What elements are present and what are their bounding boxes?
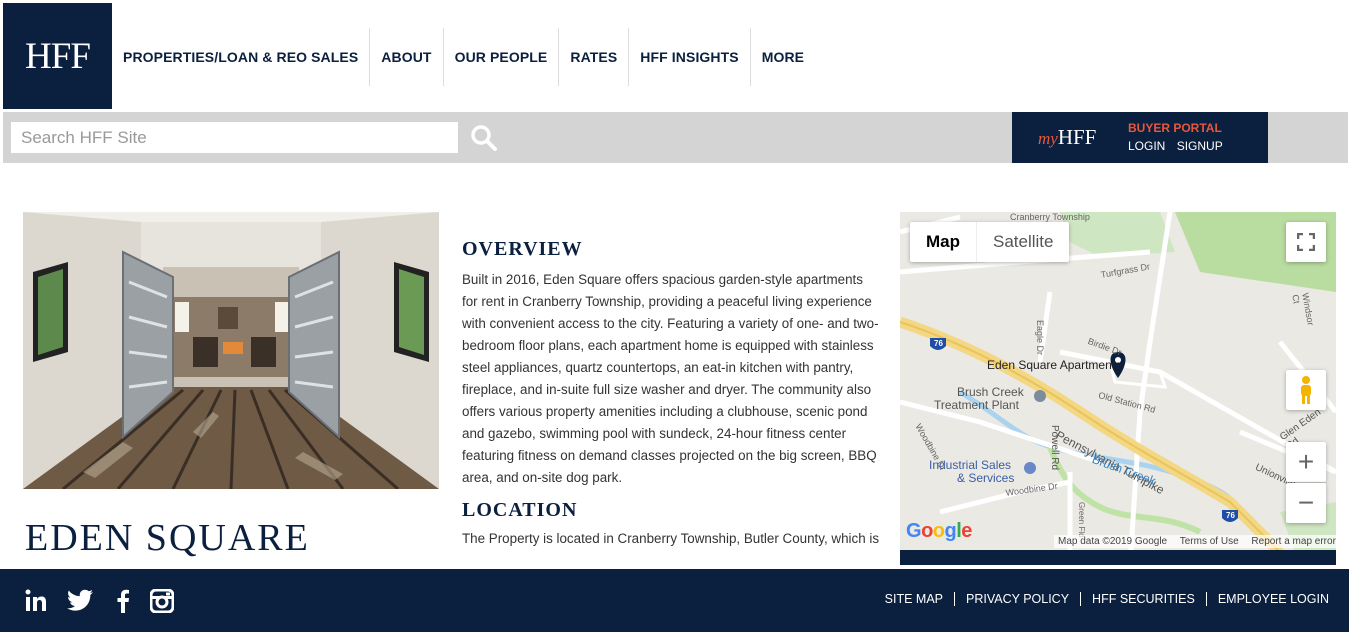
map-label-eden: Eden Square Apartments	[987, 358, 1122, 372]
property-title: EDEN SQUARE APARTMENTS	[25, 517, 310, 569]
map-label-brush-creek: Brush Creek	[957, 385, 1024, 399]
location-text: The Property is located in Cranberry Tow…	[462, 531, 880, 554]
map-type-control: Map Satellite	[910, 222, 1070, 262]
search-bar: Search HFF Site myHFF BUYER PORTAL LOGIN…	[3, 112, 1348, 163]
search-icon[interactable]	[470, 124, 498, 152]
map-label-township: Cranberry Township	[1010, 212, 1090, 222]
site-map-link[interactable]: SITE MAP	[874, 592, 955, 606]
property-photo	[23, 212, 439, 489]
hff-logo[interactable]: HFF	[3, 3, 112, 109]
route-76-shield: 76	[934, 339, 943, 348]
employee-login-link[interactable]: EMPLOYEE LOGIN	[1207, 592, 1329, 606]
report-link[interactable]: Report a map error	[1251, 536, 1335, 547]
map-tab[interactable]: Map	[910, 222, 977, 262]
twitter-icon[interactable]	[66, 589, 94, 613]
instagram-icon[interactable]	[150, 589, 174, 613]
map-label-treatment: Treatment Plant	[934, 398, 1019, 412]
street-view-pegman[interactable]	[1286, 370, 1326, 410]
site-footer: SITE MAP PRIVACY POLICY HFF SECURITIES E…	[0, 569, 1349, 632]
nav-item-properties[interactable]: PROPERTIES/LOAN & REO SALES	[112, 28, 371, 86]
fullscreen-button[interactable]	[1286, 222, 1326, 262]
fullscreen-icon	[1297, 233, 1315, 251]
location-heading: LOCATION	[462, 499, 578, 521]
privacy-policy-link[interactable]: PRIVACY POLICY	[955, 592, 1082, 606]
login-link[interactable]: LOGIN	[1128, 139, 1165, 153]
property-map[interactable]: Eden Square Apartments Brush Creek Treat…	[900, 212, 1336, 565]
footer-links: SITE MAP PRIVACY POLICY HFF SECURITIES E…	[874, 592, 1329, 606]
site-header: HFF PROPERTIES/LOAN & REO SALES ABOUT OU…	[0, 0, 1349, 110]
facebook-icon[interactable]	[116, 589, 130, 613]
buyer-portal-title: BUYER PORTAL	[1128, 121, 1222, 135]
pegman-icon	[1301, 376, 1311, 404]
terms-link[interactable]: Terms of Use	[1180, 536, 1239, 547]
nav-item-more[interactable]: MORE	[751, 28, 815, 86]
map-label-green-fld: Green Fld	[1077, 502, 1086, 538]
map-attribution: Map data ©2019 Google Terms of Use Repor…	[1054, 535, 1336, 548]
nav-item-hff-insights[interactable]: HFF INSIGHTS	[629, 28, 751, 86]
linkedin-icon[interactable]	[25, 589, 47, 613]
overview-text: Built in 2016, Eden Square offers spacio…	[462, 272, 879, 485]
route-76-shield-2: 76	[1226, 511, 1235, 520]
nav-item-rates[interactable]: RATES	[559, 28, 630, 86]
map-bottom-bar	[900, 550, 1336, 565]
map-data-text: Map data ©2019 Google	[1058, 536, 1168, 547]
myhff-logo: myHFF	[1038, 125, 1097, 149]
main-nav: PROPERTIES/LOAN & REO SALES ABOUT OUR PE…	[112, 28, 815, 86]
nav-item-about[interactable]: ABOUT	[370, 28, 444, 86]
satellite-tab[interactable]: Satellite	[977, 222, 1069, 262]
google-logo[interactable]: Google	[906, 520, 972, 543]
map-label-powell: Powell Rd	[1049, 425, 1060, 471]
hff-securities-link[interactable]: HFF SECURITIES	[1081, 592, 1207, 606]
buyer-portal: myHFF BUYER PORTAL LOGIN SIGNUP	[1012, 112, 1268, 163]
signup-link[interactable]: SIGNUP	[1177, 139, 1223, 153]
overview-heading: OVERVIEW	[462, 238, 583, 260]
property-details: OVERVIEW Built in 2016, Eden Square offe…	[462, 238, 880, 554]
zoom-in-button[interactable]: +	[1286, 442, 1326, 482]
nav-item-our-people[interactable]: OUR PEOPLE	[444, 28, 560, 86]
search-input[interactable]: Search HFF Site	[11, 122, 458, 153]
map-label-services: & Services	[957, 471, 1015, 485]
map-label-eagle: Eagle Dr	[1035, 320, 1045, 356]
zoom-out-button[interactable]: −	[1286, 483, 1326, 523]
